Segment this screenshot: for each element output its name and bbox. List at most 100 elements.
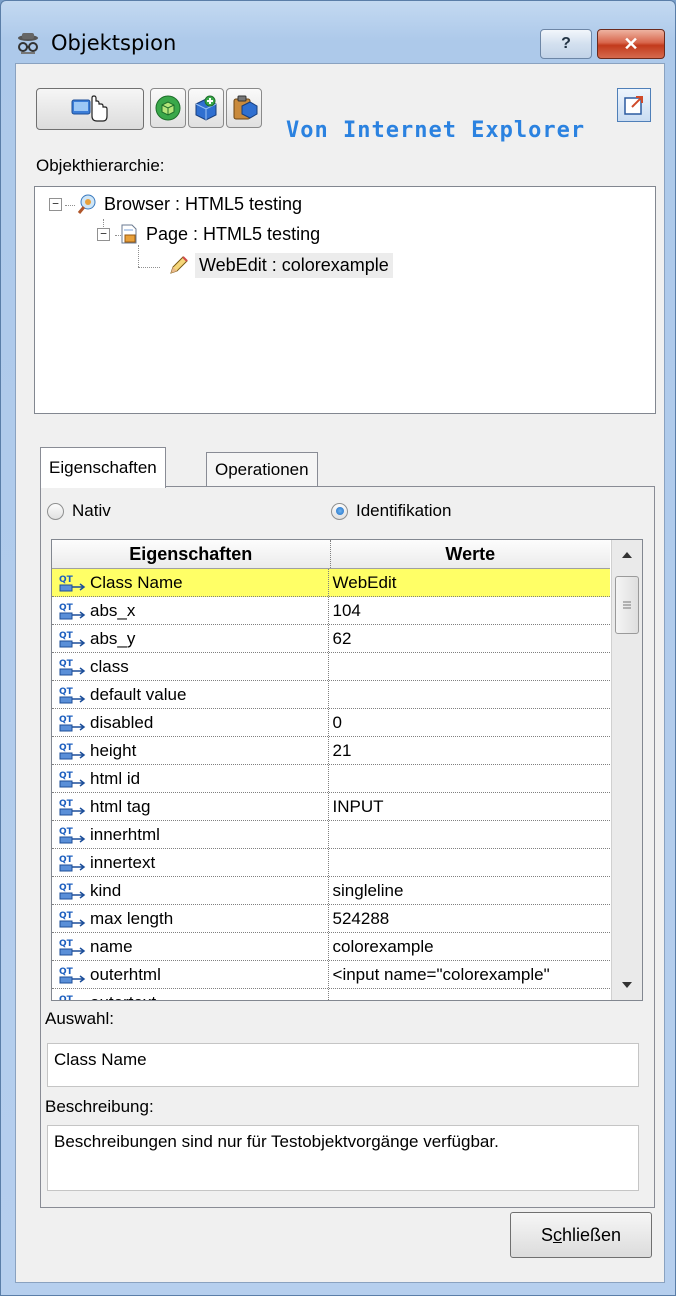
property-name-cell: QT kind bbox=[52, 877, 329, 904]
table-row[interactable]: QT kind singleline bbox=[52, 877, 610, 905]
title-bar[interactable]: Objektspion ? ✕ bbox=[1, 1, 675, 63]
selection-label: Auswahl: bbox=[45, 1009, 114, 1028]
tab-label: Operationen bbox=[215, 460, 309, 479]
tree-node-browser[interactable]: − Browser : HTML5 testing bbox=[49, 193, 302, 215]
svg-text:QT: QT bbox=[59, 603, 74, 613]
svg-text:QT: QT bbox=[59, 967, 74, 977]
scroll-down-icon[interactable] bbox=[612, 970, 642, 1000]
property-icon: QT bbox=[59, 911, 86, 927]
table-row[interactable]: QT default value bbox=[52, 681, 610, 709]
radio-selected-dot bbox=[335, 507, 344, 515]
svg-text:QT: QT bbox=[59, 715, 74, 725]
source-application-label: Von Internet Explorer bbox=[286, 118, 586, 143]
column-header-value[interactable]: Werte bbox=[331, 540, 611, 568]
external-window-icon bbox=[624, 96, 643, 115]
radio-label: Nativ bbox=[72, 501, 111, 520]
table-row[interactable]: QT disabled 0 bbox=[52, 709, 610, 737]
property-name-cell: QT max length bbox=[52, 905, 329, 932]
tree-node-label: Page : HTML5 testing bbox=[146, 223, 321, 244]
window-title: Objektspion bbox=[51, 31, 177, 55]
grid-scrollbar[interactable] bbox=[611, 540, 642, 1000]
property-name-cell: QT innerhtml bbox=[52, 821, 329, 848]
table-row[interactable]: QT Class Name WebEdit bbox=[52, 569, 610, 597]
window-close-button[interactable]: ✕ bbox=[597, 29, 665, 59]
collapse-toggle[interactable]: − bbox=[49, 197, 62, 211]
pencil-icon bbox=[170, 255, 188, 274]
cube-icon bbox=[155, 95, 181, 121]
tab-properties[interactable]: Eigenschaften bbox=[40, 447, 166, 488]
svg-text:QT: QT bbox=[59, 995, 74, 1002]
svg-text:QT: QT bbox=[59, 799, 74, 809]
collapse-toggle[interactable]: − bbox=[97, 227, 110, 241]
tab-label: Eigenschaften bbox=[49, 458, 157, 477]
table-row[interactable]: QT max length 524288 bbox=[52, 905, 610, 933]
property-name-cell: QT class bbox=[52, 653, 329, 680]
svg-text:QT: QT bbox=[59, 911, 74, 921]
description-label: Beschreibung: bbox=[45, 1097, 154, 1116]
svg-text:QT: QT bbox=[59, 659, 74, 669]
close-button-label: Schließen bbox=[540, 1224, 622, 1245]
column-header-property[interactable]: Eigenschaften bbox=[52, 540, 331, 568]
property-value-cell: 524288 bbox=[332, 908, 390, 928]
svg-text:QT: QT bbox=[59, 575, 74, 585]
property-name-cell: QT default value bbox=[52, 681, 329, 708]
keep-on-top-button[interactable] bbox=[617, 88, 651, 122]
scroll-up-icon[interactable] bbox=[612, 540, 642, 570]
scrollbar-thumb[interactable] bbox=[615, 576, 639, 634]
help-button[interactable]: ? bbox=[540, 29, 592, 59]
tree-node-page[interactable]: − Page : HTML5 testing bbox=[97, 223, 320, 245]
properties-grid[interactable]: Eigenschaften Werte QT Class Name WebEdit Q… bbox=[51, 539, 643, 1001]
tree-node-webedit[interactable]: WebEdit : colorexample bbox=[163, 253, 393, 278]
property-value-cell: 62 bbox=[332, 628, 352, 648]
browser-icon bbox=[77, 194, 96, 214]
grip-icon bbox=[623, 601, 631, 609]
table-row[interactable]: QT name colorexample bbox=[52, 933, 610, 961]
object-hierarchy-tree[interactable]: − Browser : HTML5 testing − Page : HTML5… bbox=[34, 186, 656, 414]
pointing-hand-button[interactable] bbox=[36, 88, 144, 130]
property-value-cell bbox=[329, 849, 610, 876]
svg-text:QT: QT bbox=[59, 687, 74, 697]
svg-text:QT: QT bbox=[59, 631, 74, 641]
svg-text:QT: QT bbox=[59, 883, 74, 893]
table-row[interactable]: QT abs_x 104 bbox=[52, 597, 610, 625]
close-button[interactable]: Schließen bbox=[510, 1212, 652, 1258]
highlight-object-button[interactable] bbox=[150, 88, 186, 128]
table-row[interactable]: QT abs_y 62 bbox=[52, 625, 610, 653]
radio-identification[interactable]: Identifikation bbox=[331, 501, 451, 521]
close-icon: ✕ bbox=[623, 33, 639, 54]
property-name-cell: QT height bbox=[52, 737, 329, 764]
tab-operations[interactable]: Operationen bbox=[206, 452, 318, 487]
table-row[interactable]: QT html id bbox=[52, 765, 610, 793]
description-field[interactable]: Beschreibungen sind nur für Testobjektvo… bbox=[47, 1125, 639, 1191]
property-icon: QT bbox=[59, 799, 86, 815]
table-row[interactable]: QT innertext bbox=[52, 849, 610, 877]
table-row[interactable]: QT height 21 bbox=[52, 737, 610, 765]
property-name: html tag bbox=[90, 796, 151, 816]
table-row[interactable]: QT outerhtml <input name="colorexample" bbox=[52, 961, 610, 989]
table-row[interactable]: QT outertext bbox=[52, 989, 610, 1002]
property-icon: QT bbox=[59, 771, 86, 787]
properties-panel: Nativ Identifikation Eigenschaften Werte… bbox=[40, 486, 655, 1208]
property-name: Class Name bbox=[90, 572, 183, 592]
add-to-repository-button[interactable] bbox=[188, 88, 224, 128]
property-icon: QT bbox=[59, 659, 86, 675]
svg-text:QT: QT bbox=[59, 827, 74, 837]
property-icon: QT bbox=[59, 687, 86, 703]
property-icon: QT bbox=[59, 575, 86, 591]
table-row[interactable]: QT innerhtml bbox=[52, 821, 610, 849]
table-row[interactable]: QT class bbox=[52, 653, 610, 681]
copy-to-clipboard-button[interactable] bbox=[226, 88, 262, 128]
table-row[interactable]: QT html tag INPUT bbox=[52, 793, 610, 821]
radio-native[interactable]: Nativ bbox=[47, 501, 111, 521]
svg-text:QT: QT bbox=[59, 939, 74, 949]
description-value: Beschreibungen sind nur für Testobjektvo… bbox=[54, 1132, 499, 1151]
property-name: class bbox=[90, 656, 129, 676]
property-name-cell: QT abs_y bbox=[52, 625, 329, 652]
page-icon bbox=[121, 224, 137, 244]
property-name-cell: QT name bbox=[52, 933, 329, 960]
property-name: name bbox=[90, 936, 133, 956]
mnemonic-letter: c bbox=[552, 1224, 562, 1245]
selection-field[interactable]: Class Name bbox=[47, 1043, 639, 1087]
property-icon: QT bbox=[59, 883, 86, 899]
property-icon: QT bbox=[59, 939, 86, 955]
